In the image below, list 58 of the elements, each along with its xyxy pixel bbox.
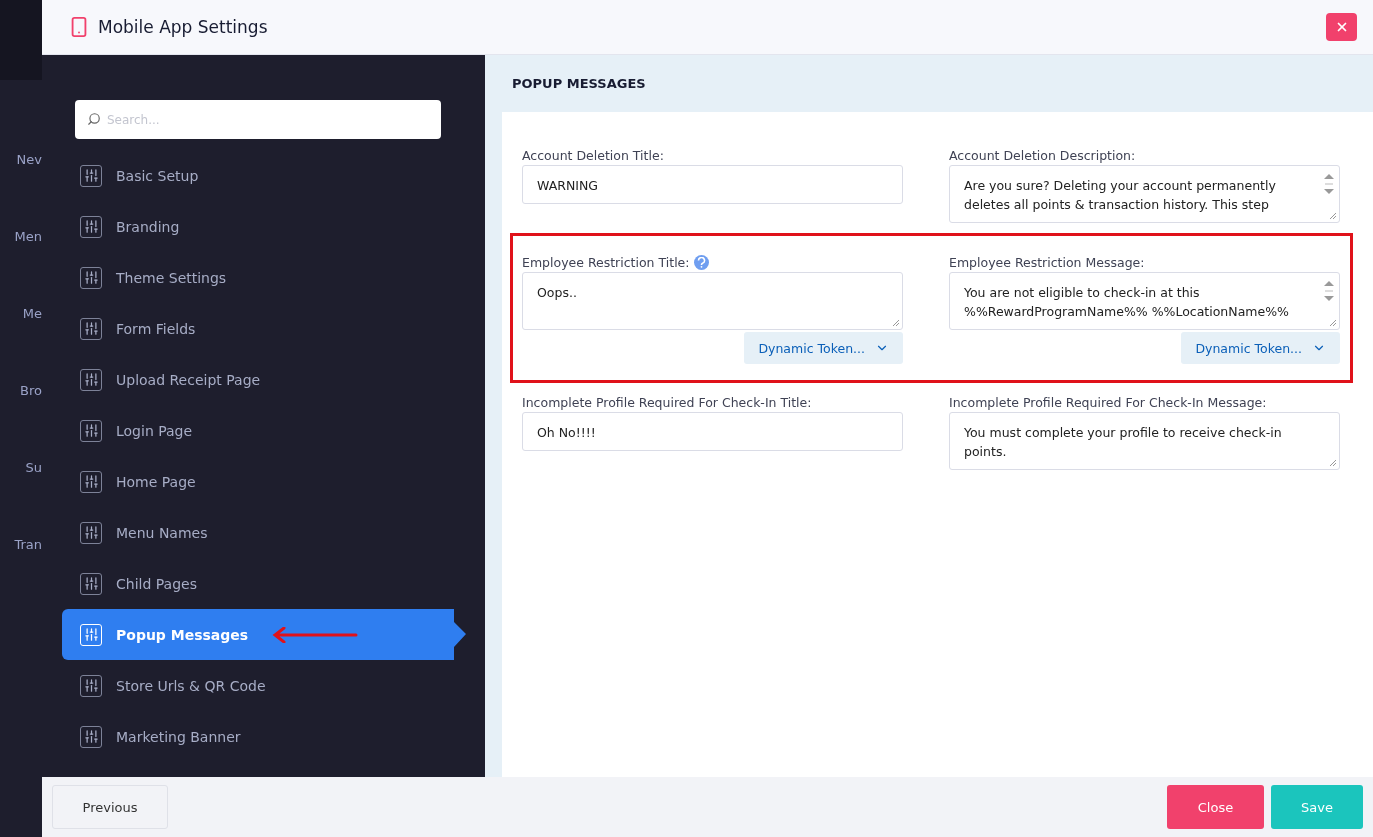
field-label: Account Deletion Description: (949, 148, 1136, 163)
sidebar-item[interactable]: Menu Names (62, 507, 466, 558)
search-field[interactable]: Search... (75, 100, 441, 139)
sliders-icon (80, 623, 102, 646)
help-icon[interactable] (693, 255, 709, 270)
sidebar-item[interactable]: Child Pages (62, 558, 466, 609)
background-nav-label: Tran (14, 537, 42, 554)
resize-grip-icon[interactable] (1329, 459, 1337, 467)
sidebar-item[interactable]: Basic Setup (62, 150, 466, 201)
background-nav-label: Me (22, 306, 42, 323)
text-input[interactable]: Oh No!!!! (522, 412, 903, 451)
search-icon (87, 112, 101, 126)
sliders-icon (80, 521, 102, 544)
field-label: Incomplete Profile Required For Check-In Message: (949, 395, 1267, 410)
previous-button[interactable]: Previous (52, 785, 168, 829)
text-area[interactable]: You must complete your profile to receive check-in points. (949, 412, 1340, 470)
sliders-icon (80, 266, 102, 289)
sidebar-item[interactable]: Branding (62, 201, 466, 252)
sidebar-item[interactable]: Theme Settings (62, 252, 466, 303)
resize-grip-icon[interactable] (1329, 319, 1337, 327)
dynamic-token-dropdown[interactable]: Dynamic Token... (744, 332, 903, 364)
close-button[interactable]: Close (1167, 785, 1264, 829)
resize-grip-icon[interactable] (1329, 212, 1337, 220)
sidebar-item[interactable]: Marketing Banner (62, 711, 466, 762)
scroll-arrows-icon[interactable] (1323, 172, 1335, 196)
sliders-icon (80, 470, 102, 493)
background-nav-label: Men (14, 229, 42, 246)
field-label: Employee Restriction Title: (522, 255, 690, 270)
sliders-icon (80, 419, 102, 442)
field-label: Employee Restriction Message: (949, 255, 1145, 270)
text-area[interactable]: Are you sure? Deleting your account permanently deletes all points & transaction history. This step (949, 165, 1340, 223)
sliders-icon (80, 317, 102, 340)
field-label: Incomplete Profile Required For Check-In Title: (522, 395, 812, 410)
background-nav-label: Bro (20, 383, 42, 400)
sidebar-item[interactable]: Home Page (62, 456, 466, 507)
close-button[interactable] (1326, 13, 1357, 41)
sliders-icon (80, 674, 102, 697)
background-nav-label: Su (25, 460, 42, 477)
background-nav-label: Nev (16, 152, 42, 169)
resize-grip-icon[interactable] (892, 319, 900, 327)
text-input[interactable]: WARNING (522, 165, 903, 204)
dynamic-token-dropdown[interactable]: Dynamic Token... (1181, 332, 1340, 364)
sliders-icon (80, 215, 102, 238)
modal-title: Mobile App Settings (98, 17, 269, 37)
section-heading: POPUP MESSAGES (511, 75, 647, 93)
sidebar-item[interactable]: Store Urls & QR Code (62, 660, 466, 711)
text-area[interactable]: You are not eligible to check-in at this %%RewardProgramName%% %%LocationName%% (949, 272, 1340, 330)
sidebar-item[interactable]: Form Fields (62, 303, 466, 354)
field-label: Account Deletion Title: (522, 148, 664, 163)
sidebar-item[interactable]: Upload Receipt Page (62, 354, 466, 405)
sidebar-item[interactable]: Login Page (62, 405, 466, 456)
sliders-icon (80, 572, 102, 595)
scroll-arrows-icon[interactable] (1323, 279, 1335, 303)
sliders-icon (80, 725, 102, 748)
sidebar-item[interactable]: Popup Messages (62, 609, 466, 660)
text-area[interactable]: Oops.. (522, 272, 903, 330)
sliders-icon (80, 164, 102, 187)
sliders-icon (80, 368, 102, 391)
